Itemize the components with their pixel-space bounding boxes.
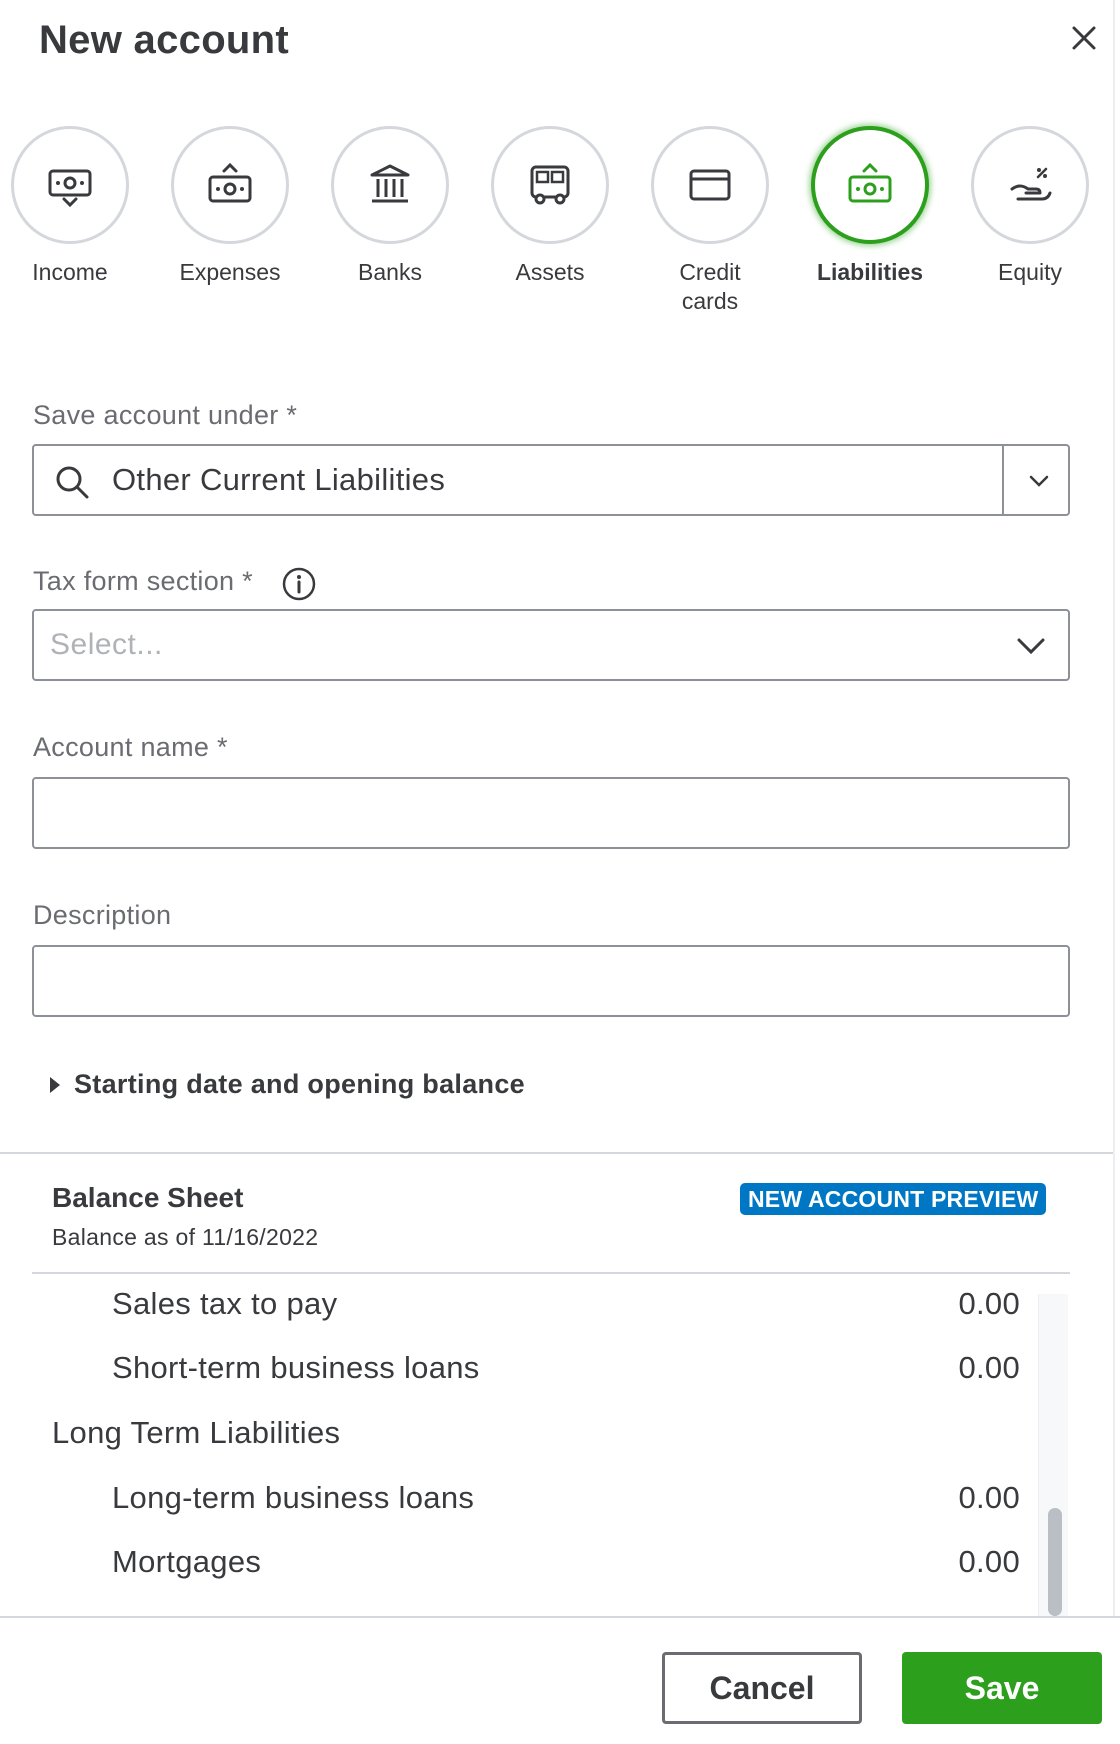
type-label-liabilities: Liabilities	[816, 259, 924, 285]
chevron-down-icon[interactable]	[1024, 466, 1054, 496]
type-label-equity: Equity	[998, 259, 1062, 285]
balance-sheet-subtitle: Balance as of 11/16/2022	[52, 1224, 319, 1250]
save-under-combobox[interactable]: Other Current Liabilities	[32, 444, 1070, 516]
expander-label: Starting date and opening balance	[74, 1068, 525, 1099]
liabilities-icon	[848, 162, 892, 203]
bank-icon	[370, 164, 410, 203]
row-name: Mortgages	[112, 1544, 262, 1579]
row-amount: 0.00	[958, 1350, 1020, 1385]
type-label-banks: Banks	[358, 259, 422, 285]
tax-form-label: Tax form section *	[33, 566, 253, 596]
tax-form-select[interactable]: Select...	[32, 609, 1070, 681]
row-amount: 0.00	[958, 1286, 1020, 1321]
description-field-wrapper	[32, 945, 1070, 1017]
balance-sheet-list: Sales tax to pay 0.00 Short-term busines…	[0, 1274, 1113, 1614]
income-icon	[48, 169, 92, 208]
combobox-divider	[1002, 446, 1004, 514]
new-account-dialog: New account Income Expenses Banks Assets…	[0, 0, 1120, 1744]
row-name: Short-term business loans	[112, 1350, 480, 1385]
close-icon[interactable]	[1064, 18, 1104, 58]
type-label-income: Income	[32, 259, 108, 285]
dialog-title: New account	[39, 18, 290, 62]
balance-sheet-title: Balance Sheet	[52, 1182, 244, 1213]
account-type-selector: Income Expenses Banks Assets Credit card…	[0, 124, 1120, 324]
equity-icon	[1010, 167, 1052, 201]
type-label-assets: Assets	[515, 259, 585, 285]
chevron-down-icon	[1017, 638, 1045, 655]
credit-card-icon	[689, 169, 731, 201]
scrollbar-thumb[interactable]	[1048, 1508, 1062, 1616]
account-name-label: Account name *	[33, 732, 228, 762]
search-icon	[56, 466, 89, 499]
account-name-field-wrapper	[32, 777, 1070, 849]
list-item: Sales tax to pay 0.00	[0, 1286, 1040, 1326]
save-under-value: Other Current Liabilities	[112, 462, 446, 497]
cancel-button[interactable]: Cancel	[662, 1652, 862, 1724]
row-name: Long Term Liabilities	[52, 1415, 341, 1450]
dialog-footer: Cancel Save	[0, 1616, 1120, 1744]
list-item: Long-term business loans 0.00	[0, 1480, 1040, 1520]
description-input[interactable]	[34, 947, 1068, 1015]
list-item: Mortgages 0.00	[0, 1544, 1040, 1584]
save-button[interactable]: Save	[902, 1652, 1102, 1724]
row-amount: 0.00	[958, 1544, 1020, 1579]
row-name: Sales tax to pay	[112, 1286, 338, 1321]
list-group-header: Long Term Liabilities	[0, 1415, 1040, 1455]
info-icon[interactable]	[281, 566, 317, 602]
row-amount: 0.00	[958, 1480, 1020, 1515]
type-label-expenses: Expenses	[179, 259, 281, 285]
starting-balance-expander[interactable]: Starting date and opening balance	[50, 1064, 525, 1104]
save-under-label: Save account under *	[33, 400, 298, 430]
type-label-credit-cards: Credit cards	[679, 259, 741, 314]
list-item: Short-term business loans 0.00	[0, 1350, 1040, 1390]
tax-form-placeholder: Select...	[50, 628, 163, 661]
preview-badge: NEW ACCOUNT PREVIEW	[740, 1183, 1047, 1215]
description-label: Description	[33, 900, 172, 930]
account-name-input[interactable]	[34, 779, 1068, 847]
row-name: Long-term business loans	[112, 1480, 475, 1515]
caret-right-icon	[50, 1077, 60, 1093]
assets-truck-icon	[530, 165, 570, 205]
expenses-icon	[208, 162, 252, 203]
section-divider	[0, 1152, 1113, 1154]
